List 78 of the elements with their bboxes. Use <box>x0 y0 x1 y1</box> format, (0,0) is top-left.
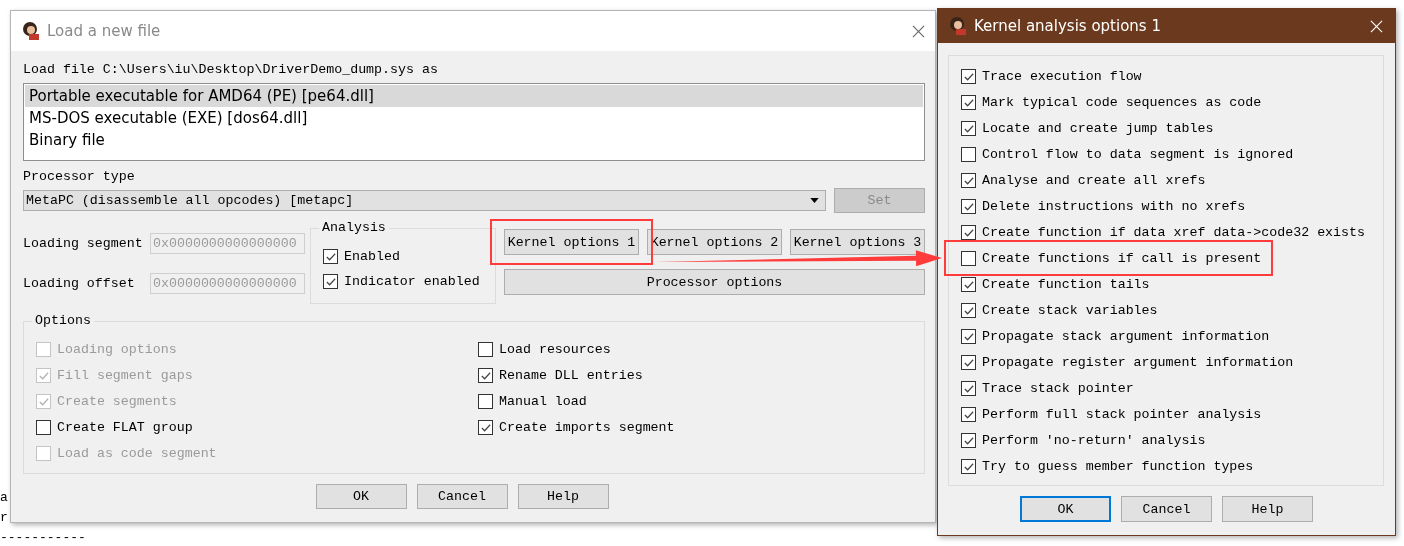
list-item[interactable]: MS-DOS executable (EXE) [dos64.dll] <box>25 107 923 129</box>
kernel-options-button[interactable]: Kernel options 1 <box>504 229 639 255</box>
close-icon[interactable] <box>912 24 925 38</box>
checkbox-label: Indicator enabled <box>344 274 480 289</box>
console-text: ----------- <box>0 529 86 546</box>
checkbox[interactable] <box>961 225 976 240</box>
list-item[interactable]: Binary file <box>25 129 923 151</box>
checkbox-label: Load resources <box>499 342 611 357</box>
kernel-options-button[interactable]: Kernel options 3 <box>790 229 925 255</box>
field-label: Loading segment <box>23 236 144 251</box>
checkbox-label: Create function if data xref data->code32 exists <box>982 225 1365 240</box>
checkbox-label: Analyse and create all xrefs <box>982 173 1206 188</box>
checkbox[interactable] <box>961 407 976 422</box>
window-title: Kernel analysis options 1 <box>974 17 1162 35</box>
checkbox-label: Propagate stack argument information <box>982 329 1270 344</box>
dialog-button[interactable]: Cancel <box>416 484 508 509</box>
file-label: Load file C:\Users\iu\Desktop\DriverDemo_dump.sys as <box>23 61 439 79</box>
console-text: r <box>0 509 9 527</box>
checkbox-label: Create stack variables <box>982 303 1158 318</box>
dialog-button[interactable]: OK <box>1020 496 1111 522</box>
checkbox[interactable] <box>961 251 976 266</box>
checkbox[interactable] <box>961 121 976 136</box>
dialog-button[interactable]: Cancel <box>1121 496 1212 522</box>
dialog-button[interactable]: Help <box>1222 496 1313 522</box>
checkbox[interactable] <box>961 173 976 188</box>
checkbox[interactable] <box>478 394 493 409</box>
checkbox-label: Locate and create jump tables <box>982 121 1214 136</box>
checkbox-label: Create functions if call is present <box>982 251 1262 266</box>
field-label: Loading offset <box>23 276 136 291</box>
caret-icon <box>810 198 819 203</box>
checkbox[interactable] <box>961 69 976 84</box>
checkbox-label: Loading options <box>57 342 177 357</box>
checkbox[interactable] <box>961 355 976 370</box>
checkbox[interactable] <box>961 147 976 162</box>
checkbox-label: Enabled <box>344 249 400 264</box>
processor-label: Processor type <box>23 168 136 186</box>
checkbox[interactable] <box>36 420 51 435</box>
app-icon <box>948 16 968 36</box>
checkbox-label: Create FLAT group <box>57 420 193 435</box>
app-icon <box>21 21 41 41</box>
checkbox[interactable] <box>961 199 976 214</box>
checkbox[interactable] <box>961 329 976 344</box>
checkbox[interactable] <box>478 342 493 357</box>
console-text: a <box>0 489 9 507</box>
checkbox-label: Control flow to data segment is ignored <box>982 147 1294 162</box>
checkbox-label: Rename DLL entries <box>499 368 643 383</box>
checkbox-label: Trace execution flow <box>982 69 1142 84</box>
checkbox-label: Mark typical code sequences as code <box>982 95 1262 110</box>
checkbox[interactable] <box>323 274 338 289</box>
group-title: Options <box>32 313 94 329</box>
checkbox[interactable] <box>961 277 976 292</box>
checkbox-label: Perform full stack pointer analysis <box>982 407 1262 422</box>
checkbox-label: Perform 'no-return' analysis <box>982 433 1206 448</box>
checkbox[interactable] <box>961 433 976 448</box>
processor-options-button[interactable]: Processor options <box>504 269 925 295</box>
checkbox-label: Fill segment gaps <box>57 368 193 383</box>
checkbox[interactable] <box>961 459 976 474</box>
checkbox-label: Manual load <box>499 394 587 409</box>
checkbox-label: Delete instructions with no xrefs <box>982 199 1246 214</box>
checkbox-label: Create function tails <box>982 277 1150 292</box>
checkbox[interactable] <box>961 303 976 318</box>
checkbox-label: Create imports segment <box>499 420 675 435</box>
checkbox-label: Trace stack pointer <box>982 381 1134 396</box>
checkbox-label: Load as code segment <box>57 446 217 461</box>
dialog-button[interactable]: OK <box>315 484 407 509</box>
window-title: Load a new file <box>47 22 162 40</box>
checkbox-label: Propagate register argument information <box>982 355 1294 370</box>
dialog-button[interactable]: Help <box>517 484 609 509</box>
checkbox[interactable] <box>961 95 976 110</box>
list-item[interactable]: Portable executable for AMD64 (PE) [pe64.dll] <box>25 85 923 107</box>
checkbox[interactable] <box>478 420 493 435</box>
checkbox[interactable] <box>478 368 493 383</box>
group-title: Analysis <box>319 220 389 236</box>
checkbox[interactable] <box>323 249 338 264</box>
checkbox[interactable] <box>961 381 976 396</box>
processor-dropdown[interactable]: MetaPC (disassemble all opcodes) [metapc] <box>23 190 826 211</box>
checkbox-label: Create segments <box>57 394 177 409</box>
checkbox-label: Try to guess member function types <box>982 459 1254 474</box>
